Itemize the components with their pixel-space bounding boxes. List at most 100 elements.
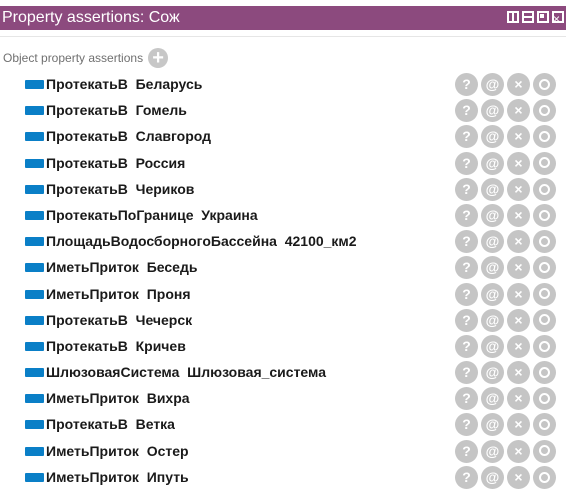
help-icon[interactable]: ? [455,387,478,411]
help-icon[interactable]: ? [455,177,478,201]
help-icon[interactable]: ? [455,361,478,385]
delete-icon[interactable]: × [507,387,530,411]
help-icon[interactable]: ? [455,230,478,254]
edit-icon[interactable] [533,387,556,411]
help-icon[interactable]: ? [455,73,478,96]
delete-icon[interactable]: × [507,151,530,175]
row-actions: ? @ × [455,334,556,358]
annotate-icon[interactable]: @ [481,230,504,254]
delete-icon[interactable]: × [507,203,530,227]
edit-icon[interactable] [533,413,556,437]
list-item[interactable]: ИметьПриток Беседь? @ × [0,255,566,281]
edit-icon[interactable] [533,439,556,463]
divider [0,36,566,37]
delete-icon[interactable]: × [507,125,530,149]
annotate-icon[interactable]: @ [481,256,504,280]
list-item[interactable]: ПротекатьВ Россия? @ × [0,151,566,177]
help-icon[interactable]: ? [455,203,478,227]
list-item[interactable]: ПротекатьВ Чечерск? @ × [0,308,566,334]
list-item[interactable]: ИметьПриток Вихра? @ × [0,386,566,412]
split-vertical-icon[interactable] [507,11,519,23]
edit-icon[interactable] [533,99,556,123]
annotate-icon[interactable]: @ [481,413,504,437]
delete-icon[interactable]: × [507,177,530,201]
edit-icon[interactable] [533,73,556,96]
edit-icon[interactable] [533,361,556,385]
section-label: Object property assertions [3,51,144,65]
edit-icon[interactable] [533,334,556,358]
annotate-icon[interactable]: @ [481,73,504,96]
split-horizontal-icon[interactable] [522,11,534,23]
edit-icon[interactable] [533,125,556,149]
edit-icon[interactable] [533,203,556,227]
delete-icon[interactable]: × [507,308,530,332]
assertion-text: ПротекатьВ Славгород [46,128,212,145]
delete-icon[interactable]: × [507,73,530,96]
row-actions: ? @ × [455,439,556,463]
help-icon[interactable]: ? [455,439,478,463]
list-item[interactable]: ШлюзоваяСистема Шлюзовая_система? @ × [0,360,566,386]
edit-icon[interactable] [533,151,556,175]
list-item[interactable]: ИметьПриток Проня? @ × [0,282,566,308]
edit-icon[interactable] [533,177,556,201]
help-icon[interactable]: ? [455,334,478,358]
list-item[interactable]: ПротекатьВ Кричев? @ × [0,334,566,360]
assertion-text: ПлощадьВодосборногоБассейна 42100_км2 [46,233,357,250]
annotate-icon[interactable]: @ [481,439,504,463]
add-assertion-button[interactable]: + [148,48,169,68]
list-item[interactable]: ПлощадьВодосборногоБассейна 42100_км2? @ × [0,229,566,255]
help-icon[interactable]: ? [455,282,478,306]
annotate-icon[interactable]: @ [481,387,504,411]
maximize-icon[interactable] [537,11,549,23]
list-item[interactable]: ПротекатьВ Славгород? @ × [0,124,566,150]
help-icon[interactable]: ? [455,465,478,489]
list-item[interactable]: ПротекатьВ Беларусь? @ × [0,72,566,98]
list-item[interactable]: ИметьПриток Ипуть? @ × [0,465,566,491]
delete-icon[interactable]: × [507,256,530,280]
object-property-icon [25,446,44,456]
delete-icon[interactable]: × [507,282,530,306]
list-item[interactable]: ПротекатьВ Ветка? @ × [0,412,566,438]
annotate-icon[interactable]: @ [481,203,504,227]
annotate-icon[interactable]: @ [481,177,504,201]
delete-icon[interactable]: × [507,361,530,385]
delete-icon[interactable]: × [507,334,530,358]
edit-icon[interactable] [533,230,556,254]
help-icon[interactable]: ? [455,413,478,437]
annotate-icon[interactable]: @ [481,465,504,489]
help-icon[interactable]: ? [455,125,478,149]
assertion-text: ПротекатьВ Ветка [46,416,175,433]
delete-icon[interactable]: × [507,465,530,489]
annotate-icon[interactable]: @ [481,125,504,149]
annotate-icon[interactable]: @ [481,308,504,332]
list-item[interactable]: ИметьПриток Остер? @ × [0,439,566,465]
annotate-icon[interactable]: @ [481,151,504,175]
row-actions: ? @ × [455,308,556,332]
annotate-icon[interactable]: @ [481,282,504,306]
close-icon[interactable] [552,7,564,31]
help-icon[interactable]: ? [455,308,478,332]
delete-icon[interactable]: × [507,439,530,463]
annotate-icon[interactable]: @ [481,99,504,123]
help-icon[interactable]: ? [455,99,478,123]
annotate-icon[interactable]: @ [481,361,504,385]
edit-icon[interactable] [533,308,556,332]
list-item[interactable]: ПротекатьПоГранице Украина? @ × [0,203,566,229]
object-property-icon [25,368,44,378]
row-actions: ? @ × [455,203,556,227]
list-item[interactable]: ПротекатьВ Чериков? @ × [0,177,566,203]
annotate-icon[interactable]: @ [481,334,504,358]
list-item[interactable]: ПротекатьВ Гомель? @ × [0,98,566,124]
edit-icon[interactable] [533,256,556,280]
edit-icon[interactable] [533,465,556,489]
help-icon[interactable]: ? [455,256,478,280]
help-icon[interactable]: ? [455,151,478,175]
object-property-icon [25,341,44,351]
delete-icon[interactable]: × [507,413,530,437]
delete-icon[interactable]: × [507,230,530,254]
assertion-text: ПротекатьПоГранице Украина [46,206,258,223]
delete-icon[interactable]: × [507,99,530,123]
object-property-icon [25,80,44,89]
edit-icon[interactable] [533,282,556,306]
row-actions: ? @ × [455,465,556,489]
